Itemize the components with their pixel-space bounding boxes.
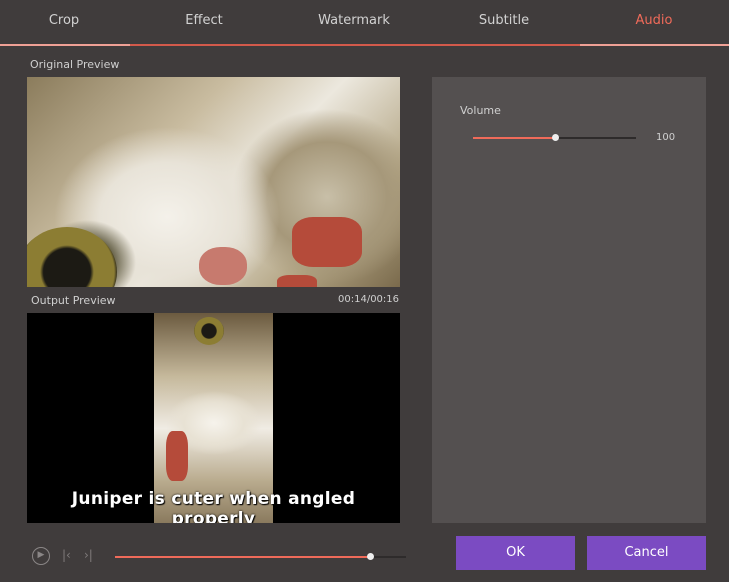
cancel-button[interactable]: Cancel [587, 536, 706, 570]
cat-eye [27, 227, 117, 287]
tab-audio[interactable]: Audio [579, 0, 729, 44]
audio-settings-panel: Volume 100 [432, 77, 706, 523]
seek-bar-handle[interactable] [366, 553, 374, 560]
seek-bar-fill [115, 556, 370, 558]
next-frame-icon[interactable]: ›| [84, 548, 93, 562]
cat-eye [194, 317, 224, 345]
ok-button[interactable]: OK [456, 536, 575, 570]
volume-label: Volume [460, 104, 501, 117]
tab-effect[interactable]: Effect [129, 0, 279, 44]
tab-subtitle[interactable]: Subtitle [429, 0, 579, 44]
timecode: 00:14/00:16 [338, 294, 400, 305]
seek-bar[interactable] [115, 553, 406, 560]
original-preview-label: Original Preview [30, 58, 120, 71]
tab-underline-crop [0, 44, 130, 46]
red-fabric [166, 431, 188, 481]
output-preview-label: Output Preview [31, 294, 116, 307]
volume-value: 100 [656, 132, 676, 143]
volume-slider-fill [473, 137, 555, 139]
original-preview-image [27, 77, 400, 287]
output-preview-image: Juniper is cuter when angled properly [27, 313, 400, 523]
subtitle-overlay: Juniper is cuter when angled properly [71, 489, 356, 523]
tab-bar: Crop Effect Watermark Subtitle Audio [0, 0, 729, 46]
tab-crop[interactable]: Crop [0, 0, 128, 44]
play-icon[interactable]: ▶ [32, 547, 50, 565]
volume-slider-handle[interactable] [551, 134, 559, 141]
red-fabric [292, 217, 362, 267]
cat-nose [199, 247, 247, 285]
previous-frame-icon[interactable]: |‹ [62, 548, 71, 562]
red-fabric [277, 275, 317, 287]
tab-watermark[interactable]: Watermark [279, 0, 429, 44]
tab-underline-audio [580, 44, 729, 46]
volume-slider[interactable] [473, 134, 636, 141]
